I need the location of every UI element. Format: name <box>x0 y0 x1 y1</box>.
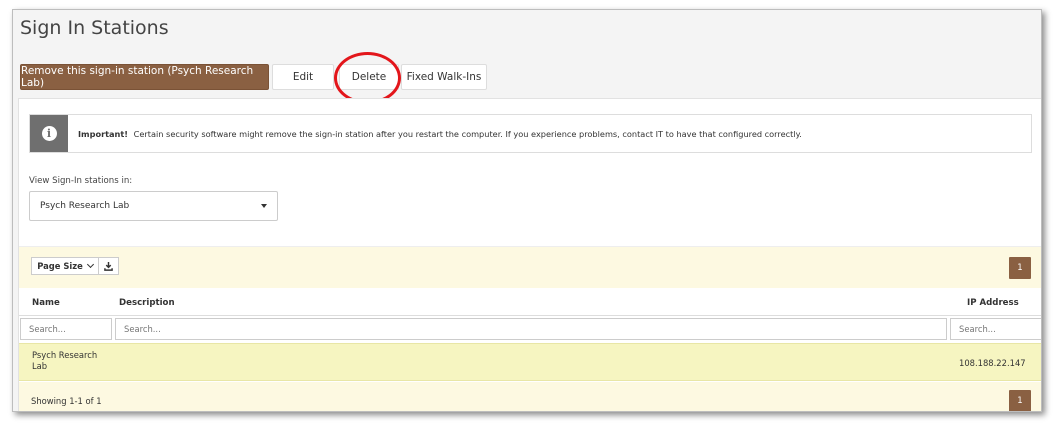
download-button[interactable] <box>98 257 119 275</box>
alert-body: Certain security software might remove t… <box>133 128 802 139</box>
grid-footer: Showing 1-1 of 1 1 <box>19 382 1041 411</box>
view-stations-label: View Sign-In stations in: <box>29 176 133 186</box>
content-panel: i Important! Certain security software m… <box>18 98 1041 411</box>
caret-down-icon <box>261 204 267 208</box>
download-icon <box>104 261 113 271</box>
fixed-walkins-button[interactable]: Fixed Walk-Ins <box>401 64 487 90</box>
filter-row <box>19 317 1041 343</box>
page-size-dropdown[interactable]: Page Size <box>31 257 99 275</box>
location-select[interactable]: Psych Research Lab <box>29 191 278 221</box>
alert-message: Important! Certain security software mig… <box>68 129 802 139</box>
location-select-value: Psych Research Lab <box>40 201 130 211</box>
name-search-input[interactable] <box>20 318 112 340</box>
column-header-description[interactable]: Description <box>119 298 175 308</box>
page-size-label: Page Size <box>37 261 83 271</box>
chevron-down-icon <box>86 260 94 269</box>
app-window: Sign In Stations Remove this sign-in sta… <box>12 9 1042 412</box>
ip-search-input[interactable] <box>950 318 1041 340</box>
remove-station-button[interactable]: Remove this sign-in station (Psych Resea… <box>20 64 269 90</box>
column-header-name[interactable]: Name <box>32 298 60 308</box>
showing-count: Showing 1-1 of 1 <box>31 396 102 406</box>
page-number-top[interactable]: 1 <box>1009 257 1031 279</box>
page-number-bottom[interactable]: 1 <box>1009 390 1031 411</box>
table-header: Name Description IP Address <box>19 288 1041 316</box>
important-alert: i Important! Certain security software m… <box>29 114 1032 153</box>
description-search-input[interactable] <box>115 318 947 340</box>
alert-strong: Important! <box>78 128 129 139</box>
column-header-ip[interactable]: IP Address <box>967 298 1019 308</box>
cell-name: Psych Research Lab <box>32 350 98 371</box>
delete-button[interactable]: Delete <box>339 64 399 90</box>
cell-ip: 108.188.22.147 <box>959 358 1026 368</box>
info-icon: i <box>41 126 57 141</box>
edit-button[interactable]: Edit <box>272 64 334 90</box>
alert-icon-container: i <box>30 115 68 152</box>
page-title: Sign In Stations <box>20 17 169 39</box>
grid-toolbar: Page Size 1 <box>19 246 1041 288</box>
table-row[interactable]: Psych Research Lab 108.188.22.147 <box>19 343 1041 381</box>
